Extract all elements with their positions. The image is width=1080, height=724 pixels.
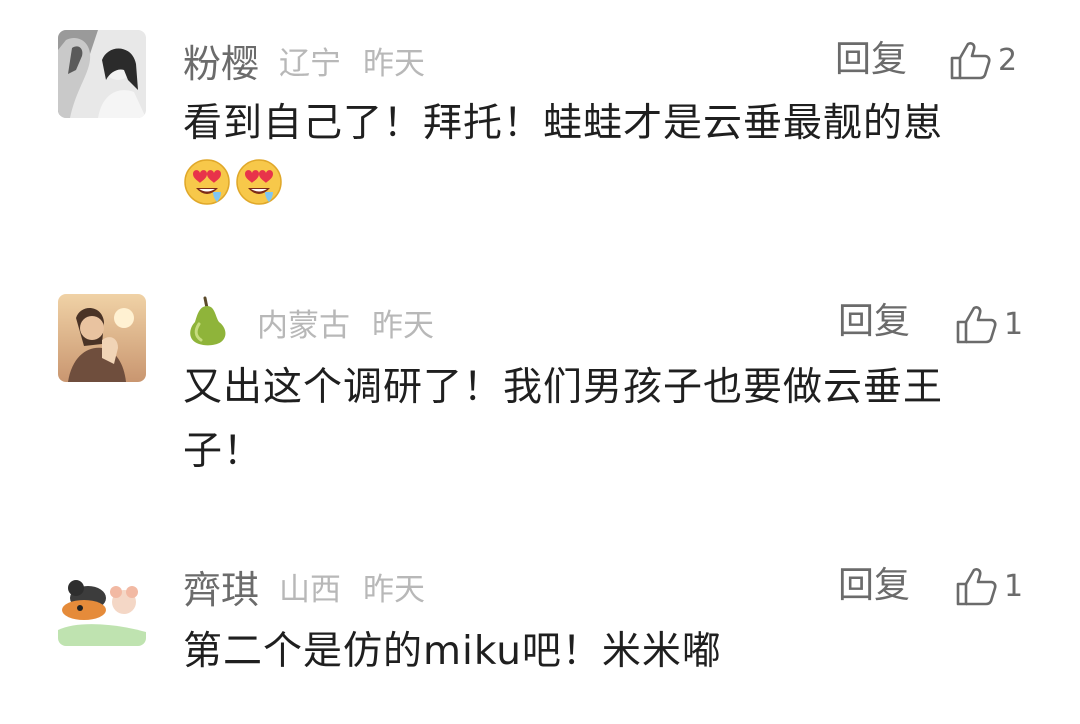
comment-text-line: 又出这个调研了！我们男孩子也要做云垂王	[183, 365, 944, 410]
like-count: 1	[1004, 306, 1024, 342]
comment-text: 看到自己了！拜托！蛙蛙才是云垂最靓的崽	[183, 101, 944, 146]
heart-eyes-emoji	[184, 159, 230, 205]
avatar[interactable]	[58, 30, 146, 118]
region-label: 内蒙古	[257, 307, 350, 344]
reply-button[interactable]: 回复	[838, 298, 910, 346]
timestamp: 昨天	[372, 307, 434, 344]
comment-text: 第二个是仿的miku吧！米米嘟	[183, 629, 722, 674]
reply-button[interactable]: 回复	[838, 562, 910, 610]
woman-with-horse-avatar	[58, 30, 146, 118]
region-label: 山西	[279, 571, 342, 608]
cartoon-cat-mouse-avatar	[58, 558, 146, 646]
comment-meta: 内蒙古 昨天	[183, 296, 456, 348]
pear-icon	[190, 296, 226, 346]
emoji-row	[183, 158, 283, 206]
comment-meta: 齊琪 山西 昨天	[183, 562, 447, 612]
reply-button[interactable]: 回复	[835, 36, 907, 84]
nickname[interactable]: 粉樱	[183, 33, 259, 88]
nickname-pear-icon[interactable]	[183, 296, 231, 348]
comment-text-line: 子！	[183, 429, 264, 474]
sunset-couple-avatar	[58, 294, 146, 382]
avatar[interactable]	[58, 294, 146, 382]
thumbs-up-icon	[956, 306, 997, 344]
thumbs-up-icon	[956, 568, 997, 606]
avatar[interactable]	[58, 558, 146, 646]
like-button[interactable]: 2	[948, 36, 1017, 84]
like-count: 2	[998, 42, 1018, 78]
like-count: 1	[1004, 568, 1024, 604]
like-button[interactable]: 1	[954, 300, 1023, 348]
like-button[interactable]: 1	[954, 562, 1023, 610]
comment-text: 又出这个调研了！我们男孩子也要做云垂王 子！	[183, 356, 1003, 484]
region-label: 辽宁	[279, 45, 342, 82]
nickname[interactable]: 齊琪	[183, 559, 259, 614]
comment-meta: 粉樱 辽宁 昨天	[183, 36, 447, 86]
timestamp: 昨天	[363, 45, 426, 82]
timestamp: 昨天	[363, 571, 426, 608]
thumbs-up-icon	[950, 42, 991, 80]
heart-eyes-emoji	[236, 159, 282, 205]
